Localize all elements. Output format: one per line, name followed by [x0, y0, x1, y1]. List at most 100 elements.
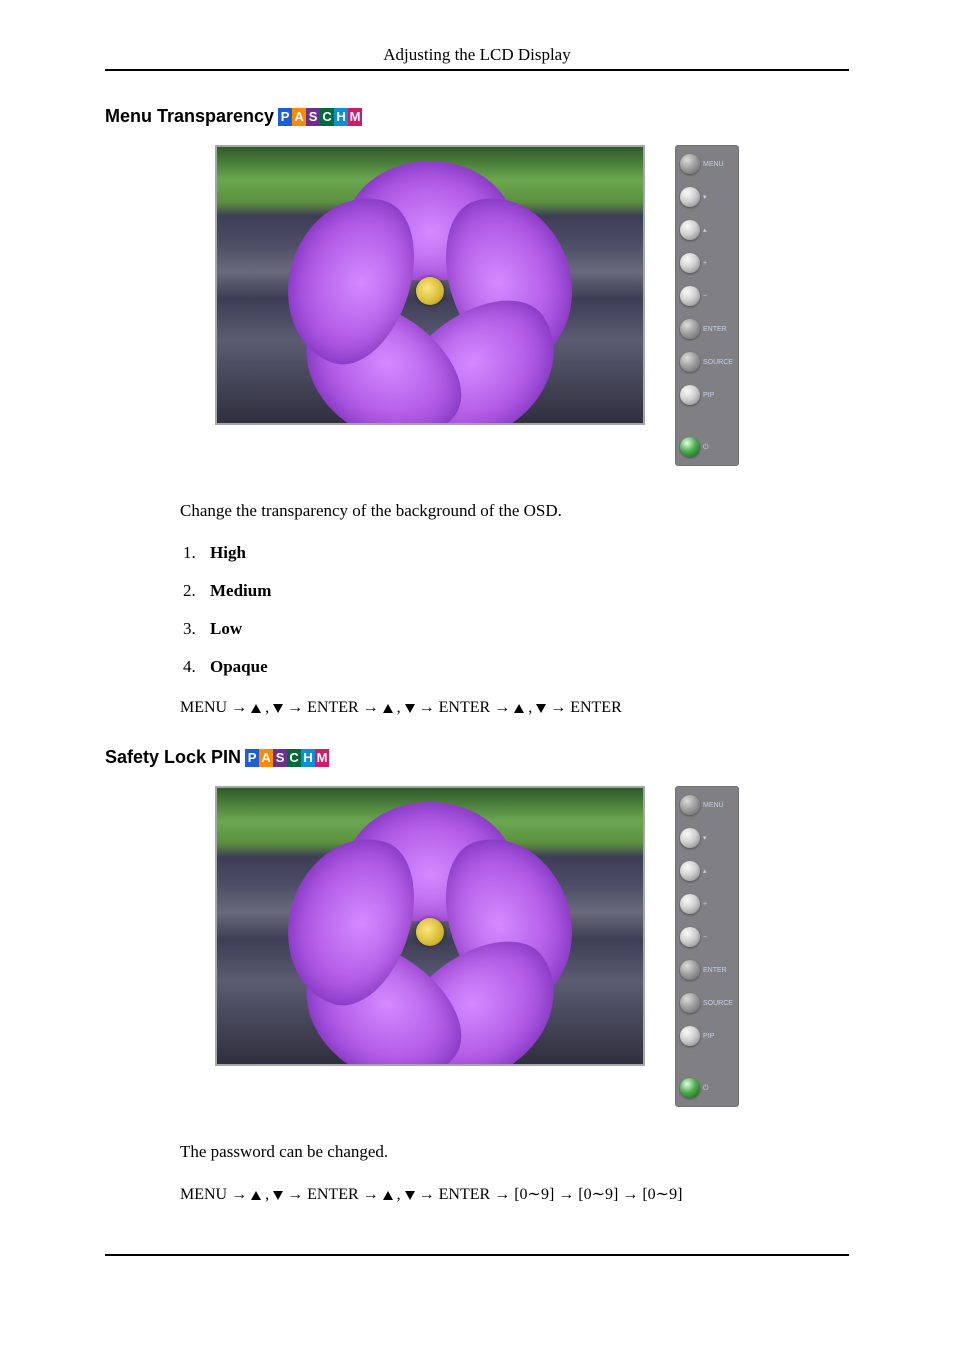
- panel-minus-button[interactable]: −: [680, 284, 734, 308]
- option-medium: Medium: [210, 581, 271, 600]
- badge-m-icon: M: [315, 749, 329, 767]
- down-arrow-icon: [405, 1191, 415, 1200]
- badge-m-icon: M: [348, 108, 362, 126]
- button-dot-icon: [680, 960, 700, 980]
- list-item: High: [200, 543, 849, 563]
- panel-label: PIP: [703, 1033, 714, 1040]
- panel-down-button[interactable]: ▾: [680, 826, 734, 850]
- down-arrow-icon: [273, 1191, 283, 1200]
- up-arrow-icon: [383, 704, 393, 713]
- power-icon: [680, 1078, 700, 1098]
- panel-label: SOURCE: [703, 359, 733, 366]
- panel-source-button[interactable]: SOURCE: [680, 350, 734, 374]
- badge-h-icon: H: [301, 749, 315, 767]
- power-icon: [680, 437, 700, 457]
- panel-pip-button[interactable]: PIP: [680, 1024, 734, 1048]
- navigation-sequence: MENU → , → ENTER → , → ENTER → [0∼9] → […: [180, 1184, 849, 1204]
- option-low: Low: [210, 619, 242, 638]
- up-arrow-icon: [383, 1191, 393, 1200]
- panel-label: −: [703, 293, 707, 300]
- nav-enter: ENTER: [307, 699, 359, 716]
- panel-up-button[interactable]: ▴: [680, 218, 734, 242]
- badge-a-icon: A: [292, 108, 306, 126]
- badge-h-icon: H: [334, 108, 348, 126]
- nav-menu: MENU: [180, 1186, 227, 1203]
- panel-label: SOURCE: [703, 1000, 733, 1007]
- button-dot-icon: [680, 286, 700, 306]
- button-dot-icon: [680, 927, 700, 947]
- section-body: Change the transparency of the backgroun…: [180, 501, 849, 717]
- panel-label: ⏻: [703, 1085, 709, 1092]
- up-arrow-icon: [251, 1191, 261, 1200]
- list-item: Medium: [200, 581, 849, 601]
- nav-enter: ENTER: [439, 1186, 491, 1203]
- panel-power-button[interactable]: ⏻: [680, 1076, 734, 1100]
- list-item: Low: [200, 619, 849, 639]
- button-dot-icon: [680, 861, 700, 881]
- badge-c-icon: C: [287, 749, 301, 767]
- panel-plus-button[interactable]: +: [680, 251, 734, 275]
- bottom-rule: [105, 1254, 849, 1256]
- running-head: Adjusting the LCD Display: [105, 45, 849, 69]
- up-arrow-icon: [514, 704, 524, 713]
- monitor-button-panel: MENU ▾ ▴ + − ENTER SOURCE PIP ⏻: [675, 145, 739, 466]
- nav-digits: [0∼9]: [578, 1186, 618, 1203]
- preview-row: MENU ▾ ▴ + − ENTER SOURCE PIP ⏻: [105, 145, 849, 466]
- top-rule: [105, 69, 849, 71]
- badge-s-icon: S: [273, 749, 287, 767]
- down-arrow-icon: [273, 704, 283, 713]
- panel-menu-button[interactable]: MENU: [680, 793, 734, 817]
- list-item: Opaque: [200, 657, 849, 677]
- option-high: High: [210, 543, 246, 562]
- panel-down-button[interactable]: ▾: [680, 185, 734, 209]
- navigation-sequence: MENU → , → ENTER → , → ENTER → , → ENTER: [180, 699, 849, 717]
- panel-label: ▴: [703, 227, 707, 234]
- section-title-menu-transparency: Menu Transparency: [105, 106, 274, 127]
- options-list: High Medium Low Opaque: [200, 543, 849, 677]
- nav-enter: ENTER: [439, 699, 491, 716]
- down-arrow-icon: [405, 704, 415, 713]
- panel-label: MENU: [703, 802, 724, 809]
- panel-label: +: [703, 901, 707, 908]
- button-dot-icon: [680, 1026, 700, 1046]
- panel-label: ENTER: [703, 967, 727, 974]
- button-dot-icon: [680, 828, 700, 848]
- panel-label: ▾: [703, 194, 707, 201]
- badge-p-icon: P: [278, 108, 292, 126]
- section-title-row: Safety Lock PIN P A S C H M: [105, 747, 849, 768]
- section-description: Change the transparency of the backgroun…: [180, 501, 849, 521]
- button-dot-icon: [680, 154, 700, 174]
- panel-label: −: [703, 934, 707, 941]
- mode-badge: P A S C H M: [245, 749, 329, 767]
- panel-plus-button[interactable]: +: [680, 892, 734, 916]
- panel-pip-button[interactable]: PIP: [680, 383, 734, 407]
- panel-label: PIP: [703, 392, 714, 399]
- panel-minus-button[interactable]: −: [680, 925, 734, 949]
- nav-digits: [0∼9]: [514, 1186, 554, 1203]
- panel-power-button[interactable]: ⏻: [680, 435, 734, 459]
- panel-label: ▾: [703, 835, 707, 842]
- section-title-safety-lock-pin: Safety Lock PIN: [105, 747, 241, 768]
- mode-badge: P A S C H M: [278, 108, 362, 126]
- section-body: The password can be changed. MENU → , → …: [180, 1142, 849, 1204]
- option-opaque: Opaque: [210, 657, 268, 676]
- panel-up-button[interactable]: ▴: [680, 859, 734, 883]
- button-dot-icon: [680, 352, 700, 372]
- panel-label: +: [703, 260, 707, 267]
- badge-p-icon: P: [245, 749, 259, 767]
- badge-a-icon: A: [259, 749, 273, 767]
- button-dot-icon: [680, 993, 700, 1013]
- panel-source-button[interactable]: SOURCE: [680, 991, 734, 1015]
- nav-menu: MENU: [180, 699, 227, 716]
- panel-label: MENU: [703, 161, 724, 168]
- button-dot-icon: [680, 253, 700, 273]
- monitor-button-panel: MENU ▾ ▴ + − ENTER SOURCE PIP ⏻: [675, 786, 739, 1107]
- badge-c-icon: C: [320, 108, 334, 126]
- button-dot-icon: [680, 319, 700, 339]
- nav-digits: [0∼9]: [642, 1186, 682, 1203]
- up-arrow-icon: [251, 704, 261, 713]
- panel-enter-button[interactable]: ENTER: [680, 317, 734, 341]
- nav-enter: ENTER: [570, 699, 622, 716]
- panel-enter-button[interactable]: ENTER: [680, 958, 734, 982]
- panel-menu-button[interactable]: MENU: [680, 152, 734, 176]
